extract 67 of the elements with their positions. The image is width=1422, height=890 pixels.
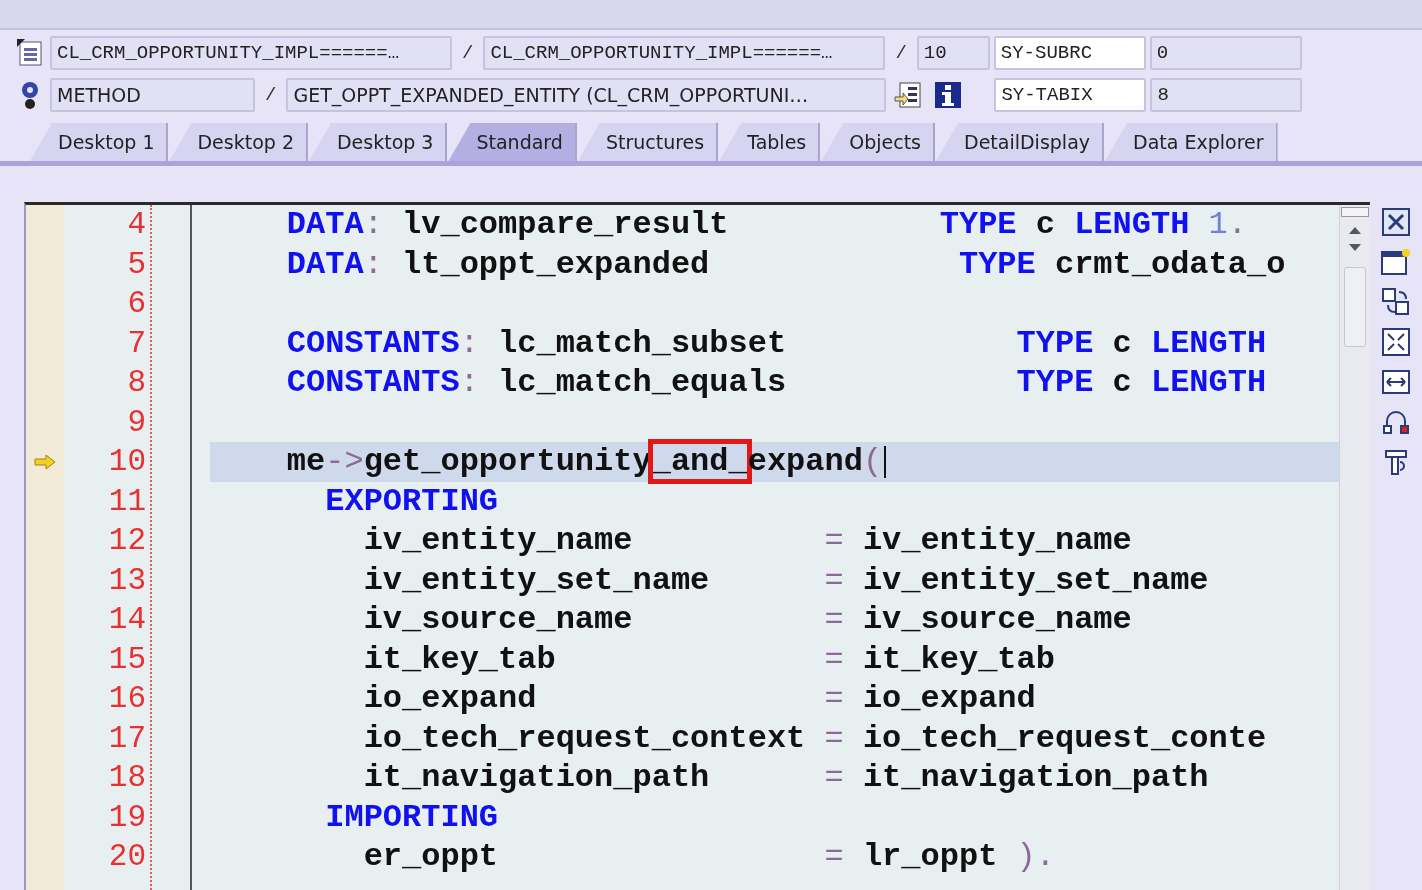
line-number: 10 xyxy=(107,443,147,482)
tab[interactable]: Structures xyxy=(577,123,719,161)
close-icon[interactable] xyxy=(1382,208,1410,236)
tools-icon[interactable] xyxy=(1382,448,1410,476)
line-number: 11 xyxy=(107,482,147,521)
tab[interactable]: DetailDisplay xyxy=(936,123,1105,161)
path-separator: / xyxy=(461,42,475,64)
line-number: 6 xyxy=(126,285,147,324)
tab[interactable]: Objects xyxy=(821,123,935,161)
variable-name-field[interactable]: SY-TABIX xyxy=(994,78,1147,112)
tab[interactable]: Standard xyxy=(448,123,577,161)
expand-width-icon[interactable] xyxy=(1382,368,1410,396)
display-list-icon[interactable] xyxy=(894,81,923,109)
source-code-icon xyxy=(17,39,43,67)
tab[interactable]: Data Explorer xyxy=(1105,123,1278,161)
code-line: DATA: lv_compare_result TYPE c LENGTH 1. xyxy=(285,205,1248,245)
line-number: 14 xyxy=(107,601,147,640)
code-line: EXPORTING xyxy=(324,481,500,521)
line-number: 16 xyxy=(107,680,147,719)
line-number: 18 xyxy=(107,759,147,798)
splitter-handle[interactable] xyxy=(1341,207,1369,217)
scrollbar[interactable] xyxy=(1339,205,1370,890)
line-number: 4 xyxy=(126,206,147,245)
code-line: IMPORTING xyxy=(324,797,500,837)
variable-name-field[interactable]: SY-SUBRC xyxy=(993,36,1146,70)
scroll-up-icon[interactable] xyxy=(1347,225,1363,235)
display-field[interactable]: METHOD xyxy=(50,78,255,112)
code-line: io_tech_request_context = io_tech_request_conte xyxy=(362,718,1268,758)
new-window-icon[interactable] xyxy=(1381,248,1411,276)
line-number: 5 xyxy=(126,245,147,284)
code-line: CONSTANTS: lc_match_equals TYPE c LENGTH xyxy=(285,363,1268,403)
path-separator: / xyxy=(264,84,278,106)
display-field[interactable]: CL_CRM_OPPORTUNITY_IMPL======… xyxy=(483,36,886,70)
line-number: 7 xyxy=(126,324,147,363)
display-field[interactable]: 8 xyxy=(1150,78,1303,112)
code-line: er_oppt = lr_oppt ). xyxy=(362,837,1056,877)
code-line: io_expand = io_expand xyxy=(362,679,1037,719)
swap-windows-icon[interactable] xyxy=(1382,288,1410,316)
display-field[interactable]: 10 xyxy=(916,36,990,70)
display-field[interactable]: 0 xyxy=(1149,36,1302,70)
scroll-down-icon[interactable] xyxy=(1347,243,1363,253)
display-field[interactable]: GET_OPPT_EXPANDED_ENTITY (CL_CRM_OPPORTUNI… xyxy=(286,78,887,112)
code-line: iv_entity_set_name = iv_entity_set_name xyxy=(362,560,1210,600)
line-number: 13 xyxy=(107,561,147,600)
scroll-thumb[interactable] xyxy=(1344,267,1366,347)
code-line: CONSTANTS: lc_match_subset TYPE c LENGTH xyxy=(285,323,1268,363)
line-number: 12 xyxy=(107,522,147,561)
fit-screen-icon[interactable] xyxy=(1382,328,1410,356)
line-number: 20 xyxy=(107,838,147,877)
code-line: it_navigation_path = it_navigation_path xyxy=(362,758,1210,798)
line-number: 9 xyxy=(126,403,147,442)
code-line: iv_entity_name = iv_entity_name xyxy=(362,521,1133,561)
line-number: 19 xyxy=(107,798,147,837)
tab[interactable]: Tables xyxy=(719,123,821,161)
tab[interactable]: Desktop 3 xyxy=(308,123,448,161)
tab[interactable]: Desktop 1 xyxy=(30,123,169,161)
code-line: it_key_tab = it_key_tab xyxy=(362,639,1056,679)
line-number: 17 xyxy=(107,719,147,758)
tab[interactable]: Desktop 2 xyxy=(169,123,308,161)
line-number: 15 xyxy=(107,640,147,679)
path-separator: / xyxy=(894,42,908,64)
code-line: DATA: lt_oppt_expanded TYPE crmt_odata_o xyxy=(285,244,1287,284)
line-number: 8 xyxy=(126,364,147,403)
headset-icon[interactable] xyxy=(1382,408,1410,436)
info-icon[interactable] xyxy=(934,81,963,109)
code-line: iv_source_name = iv_source_name xyxy=(362,600,1133,640)
display-field[interactable]: CL_CRM_OPPORTUNITY_IMPL======… xyxy=(50,36,452,70)
